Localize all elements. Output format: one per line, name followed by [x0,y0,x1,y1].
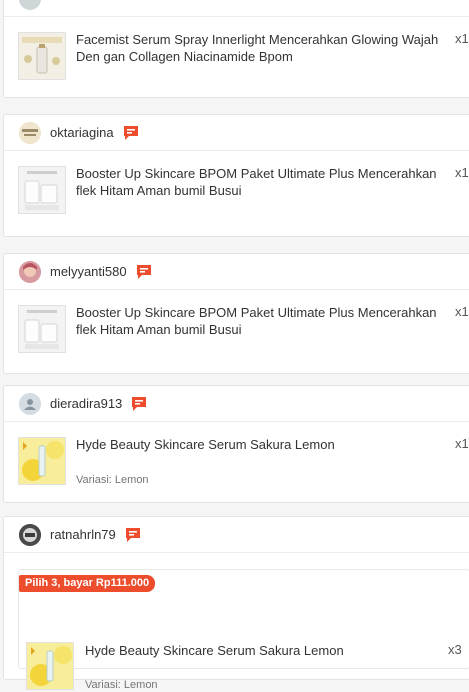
order-card: melyyanti580 Booster Up Skincare BPOM Pa… [3,253,469,374]
bundle-promo-badge: Pilih 3, bayar Rp111.000 [19,575,156,592]
product-title[interactable]: Booster Up Skincare BPOM Paket Ultimate … [76,304,452,338]
order-card-header [4,0,469,17]
chat-bubble-icon[interactable] [125,527,141,543]
product-title[interactable]: Facemist Serum Spray Innerlight Mencerah… [76,31,452,65]
order-card-header: melyyanti580 [4,254,469,290]
product-quantity: x1 [455,304,469,319]
order-card: ratnahrln79 Pilih 3, bayar Rp111.000 Hyd… [3,516,469,691]
order-card: dieradira913 Hyde Beauty Skincare Serum … [3,385,469,503]
order-card-header: dieradira913 [4,386,469,422]
buyer-username[interactable]: melyyanti580 [50,264,127,279]
avatar-photo-icon[interactable] [19,121,41,144]
product-quantity: x1 [455,31,469,46]
order-card: Facemist Serum Spray Innerlight Mencerah… [3,0,469,98]
avatar-photo-icon[interactable] [19,260,41,283]
product-quantity: x1 [455,165,469,180]
product-variant: Variasi: Lemon [76,474,149,486]
chat-bubble-icon[interactable] [136,264,152,280]
chat-bubble-icon[interactable] [123,125,139,141]
avatar[interactable] [19,0,41,10]
product-thumbnail[interactable] [18,305,66,353]
product-thumbnail[interactable] [26,642,74,690]
product-variant: Variasi: Lemon [85,679,158,691]
buyer-username[interactable]: ratnahrln79 [50,527,116,542]
chat-bubble-icon[interactable] [131,396,147,412]
product-thumbnail[interactable] [18,32,66,80]
product-quantity: x1 [455,436,469,451]
product-title[interactable]: Hyde Beauty Skincare Serum Sakura Lemon [85,642,425,659]
product-thumbnail[interactable] [18,437,66,485]
product-quantity: x3 [448,642,462,657]
product-thumbnail[interactable] [18,166,66,214]
product-title[interactable]: Hyde Beauty Skincare Serum Sakura Lemon [76,436,452,453]
product-title[interactable]: Booster Up Skincare BPOM Paket Ultimate … [76,165,452,199]
avatar-photo-icon[interactable] [19,523,41,546]
order-card-header: oktariagina [4,115,469,151]
order-card-header: ratnahrln79 [4,517,469,553]
buyer-username[interactable]: oktariagina [50,125,114,140]
order-card: oktariagina Booster Up Skincare BPOM Pak… [3,114,469,237]
buyer-username[interactable]: dieradira913 [50,396,122,411]
default-user-icon[interactable] [19,392,41,415]
